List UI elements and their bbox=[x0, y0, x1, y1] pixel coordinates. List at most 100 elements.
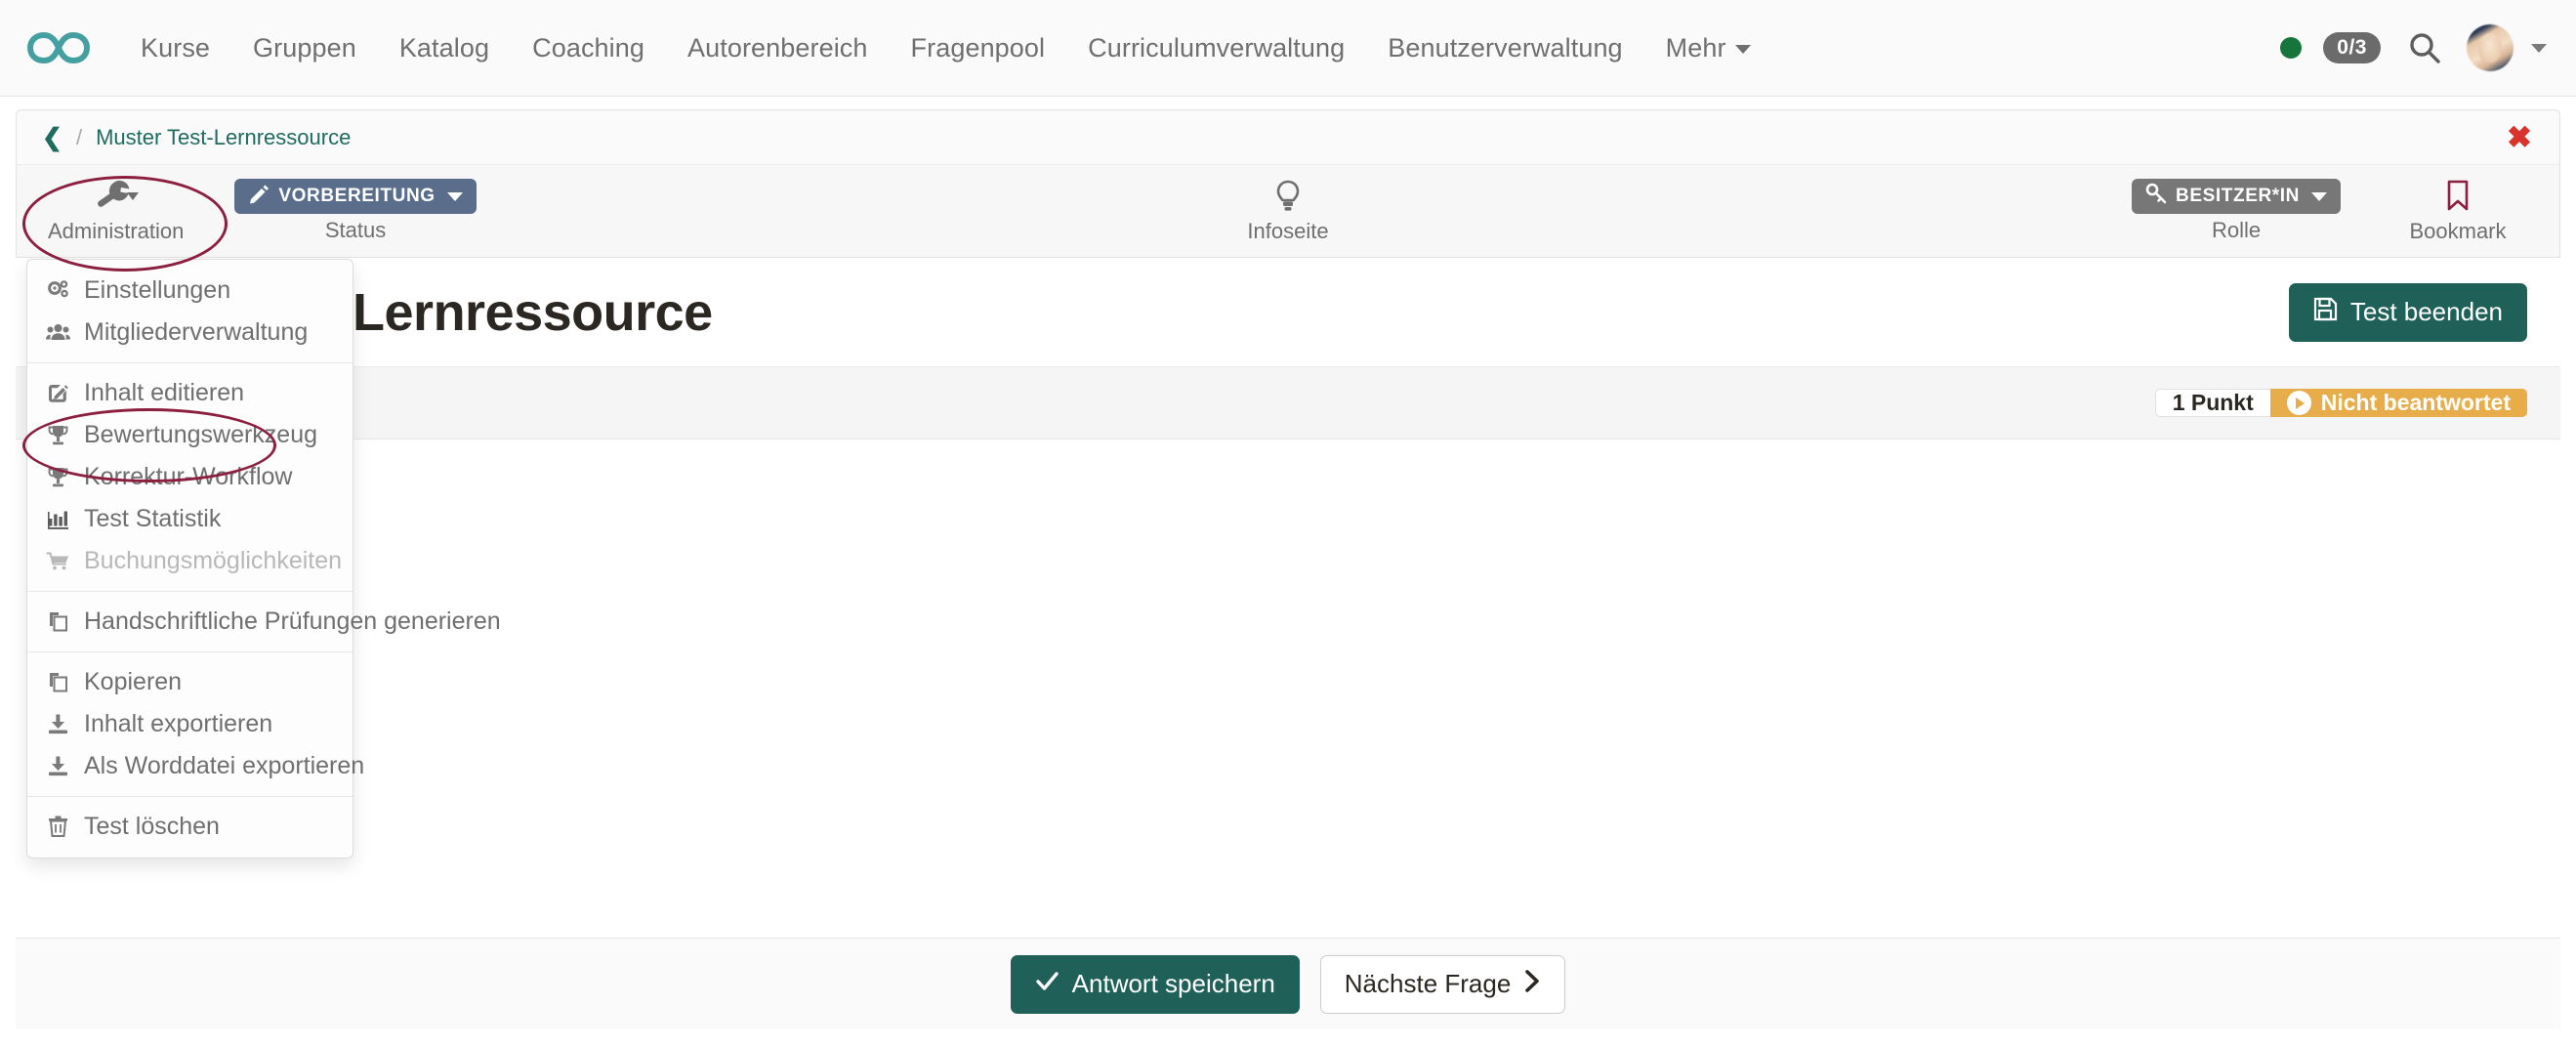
nav-link-gruppen[interactable]: Gruppen bbox=[231, 33, 378, 63]
online-status-icon bbox=[2280, 37, 2302, 59]
download-icon bbox=[45, 712, 70, 736]
breadcrumb-back-icon[interactable]: ❮ bbox=[42, 123, 62, 152]
play-circle-icon bbox=[2287, 391, 2311, 415]
pencil-icon bbox=[248, 183, 270, 210]
question-footer: Antwort speichern Nächste Frage bbox=[16, 938, 2560, 1029]
breadcrumb-separator: / bbox=[76, 125, 82, 150]
toolbar-bookmark-label: Bookmark bbox=[2409, 219, 2506, 244]
toolbar-bookmark[interactable]: Bookmark bbox=[2399, 178, 2516, 244]
toolbar-administration-label: Administration bbox=[48, 219, 184, 244]
breadcrumb: ❮ / Muster Test-Lernressource ✖ bbox=[16, 109, 2560, 164]
role-badge-label: BESITZER*IN bbox=[2176, 186, 2300, 207]
question-points: 1 Punkt bbox=[2155, 389, 2270, 417]
cart-icon bbox=[45, 549, 70, 573]
menu-item-handschriftliche-pruefungen[interactable]: Handschriftliche Prüfungen generieren bbox=[27, 601, 353, 643]
avatar-chevron-down-icon[interactable] bbox=[2531, 44, 2547, 53]
question-state-label: Nicht beantwortet bbox=[2321, 390, 2511, 416]
menu-item-kopieren[interactable]: Kopieren bbox=[27, 661, 353, 703]
nav-link-autorenbereich[interactable]: Autorenbereich bbox=[666, 33, 890, 63]
next-question-button-label: Nächste Frage bbox=[1345, 969, 1512, 999]
status-badge[interactable]: VORBEREITUNG bbox=[234, 179, 476, 214]
task-count-badge[interactable]: 0/3 bbox=[2323, 32, 2381, 63]
toolbar-status-label: Status bbox=[325, 218, 386, 243]
end-test-button-label: Test beenden bbox=[2350, 297, 2503, 327]
menu-item-mitgliederverwaltung[interactable]: Mitgliederverwaltung bbox=[27, 312, 353, 354]
search-icon[interactable] bbox=[2408, 31, 2441, 64]
menu-item-test-statistik[interactable]: Test Statistik bbox=[27, 498, 353, 540]
nav-link-mehr-label: Mehr bbox=[1666, 33, 1726, 63]
users-icon bbox=[45, 320, 70, 345]
breadcrumb-title[interactable]: Muster Test-Lernressource bbox=[96, 125, 351, 150]
nav-link-mehr[interactable]: Mehr bbox=[1644, 33, 1772, 63]
save-answer-button-label: Antwort speichern bbox=[1072, 969, 1275, 999]
toolbar-rolle[interactable]: BESITZER*IN Rolle bbox=[2132, 179, 2341, 243]
chevron-right-icon bbox=[1523, 969, 1541, 1000]
chevron-down-icon bbox=[2311, 192, 2327, 201]
menu-item-test-loeschen[interactable]: Test löschen bbox=[27, 806, 353, 848]
avatar[interactable] bbox=[2467, 24, 2514, 71]
close-icon[interactable]: ✖ bbox=[2507, 122, 2532, 152]
menu-item-mitgliederverwaltung-label: Mitgliederverwaltung bbox=[84, 318, 308, 347]
menu-item-bewertungswerkzeug[interactable]: Bewertungswerkzeug bbox=[27, 414, 353, 456]
key-icon bbox=[2145, 183, 2167, 210]
menu-divider bbox=[27, 591, 353, 592]
infinity-logo-icon bbox=[27, 28, 90, 67]
toolbar-rolle-label: Rolle bbox=[2212, 218, 2261, 243]
trophy-icon bbox=[45, 423, 70, 447]
menu-item-test-statistik-label: Test Statistik bbox=[84, 505, 221, 533]
status-badge-label: VORBEREITUNG bbox=[278, 186, 435, 207]
role-badge[interactable]: BESITZER*IN bbox=[2132, 179, 2341, 214]
nav-link-katalog[interactable]: Katalog bbox=[378, 33, 511, 63]
bar-chart-icon bbox=[45, 507, 70, 531]
copy-icon bbox=[45, 670, 70, 694]
menu-item-inhalt-exportieren[interactable]: Inhalt exportieren bbox=[27, 703, 353, 745]
download-icon bbox=[45, 754, 70, 778]
main-content: Muster Test-Lernressource Test beenden M… bbox=[16, 258, 2560, 1029]
toolbar-administration[interactable]: Administration bbox=[48, 178, 184, 244]
toolbar-infoseite[interactable]: Infoseite bbox=[1229, 178, 1347, 244]
app-root: Kurse Gruppen Katalog Coaching Autorenbe… bbox=[0, 0, 2576, 1047]
nav-link-fragenpool[interactable]: Fragenpool bbox=[890, 33, 1067, 63]
menu-divider bbox=[27, 796, 353, 797]
menu-item-korrektur-workflow[interactable]: Korrektur-Workflow bbox=[27, 456, 353, 498]
edit-square-icon bbox=[45, 381, 70, 405]
menu-item-inhalt-editieren-label: Inhalt editieren bbox=[84, 379, 244, 407]
menu-item-bewertungswerkzeug-label: Bewertungswerkzeug bbox=[84, 421, 317, 449]
end-test-button[interactable]: Test beenden bbox=[2289, 283, 2527, 342]
primary-nav: Kurse Gruppen Katalog Coaching Autorenbe… bbox=[119, 33, 1772, 63]
question-status-group: 1 Punkt Nicht beantwortet bbox=[2155, 389, 2527, 417]
copy-icon bbox=[45, 609, 70, 634]
menu-item-als-worddatei-exportieren[interactable]: Als Worddatei exportieren bbox=[27, 745, 353, 787]
nav-link-coaching[interactable]: Coaching bbox=[511, 33, 666, 63]
page-header: Muster Test-Lernressource Test beenden bbox=[16, 258, 2560, 367]
wrench-icon bbox=[94, 178, 139, 215]
lightbulb-icon bbox=[1273, 178, 1303, 215]
save-answer-button[interactable]: Antwort speichern bbox=[1011, 955, 1300, 1014]
nav-link-kurse[interactable]: Kurse bbox=[119, 33, 231, 63]
menu-item-korrektur-workflow-label: Korrektur-Workflow bbox=[84, 463, 292, 491]
gears-icon bbox=[45, 278, 70, 303]
top-navbar: Kurse Gruppen Katalog Coaching Autorenbe… bbox=[0, 0, 2576, 97]
nav-link-benutzerverwaltung[interactable]: Benutzerverwaltung bbox=[1366, 33, 1643, 63]
navbar-right-tools: 0/3 bbox=[2280, 24, 2547, 71]
floppy-save-icon bbox=[2313, 297, 2338, 328]
question-header: Multiple Choice 1 Punkt Nicht beantworte… bbox=[16, 367, 2560, 440]
next-question-button[interactable]: Nächste Frage bbox=[1320, 955, 1566, 1014]
menu-item-inhalt-editieren[interactable]: Inhalt editieren bbox=[27, 372, 353, 414]
menu-item-test-loeschen-label: Test löschen bbox=[84, 813, 220, 841]
chevron-down-icon bbox=[1735, 45, 1751, 54]
menu-item-als-worddatei-exportieren-label: Als Worddatei exportieren bbox=[84, 752, 364, 780]
brand-logo[interactable] bbox=[27, 28, 90, 67]
bookmark-icon bbox=[2443, 178, 2472, 215]
nav-link-curriculumverwaltung[interactable]: Curriculumverwaltung bbox=[1066, 33, 1366, 63]
question-state-badge: Nicht beantwortet bbox=[2270, 389, 2527, 417]
menu-item-buchungsmoeglichkeiten-label: Buchungsmöglichkeiten bbox=[84, 547, 342, 575]
menu-item-einstellungen[interactable]: Einstellungen bbox=[27, 270, 353, 312]
menu-item-kopieren-label: Kopieren bbox=[84, 668, 182, 696]
toolbar-status[interactable]: VORBEREITUNG Status bbox=[234, 179, 476, 243]
menu-divider bbox=[27, 651, 353, 652]
trophy-icon bbox=[45, 465, 70, 489]
chevron-down-icon bbox=[447, 192, 463, 201]
menu-item-buchungsmoeglichkeiten: Buchungsmöglichkeiten bbox=[27, 540, 353, 582]
menu-divider bbox=[27, 362, 353, 363]
